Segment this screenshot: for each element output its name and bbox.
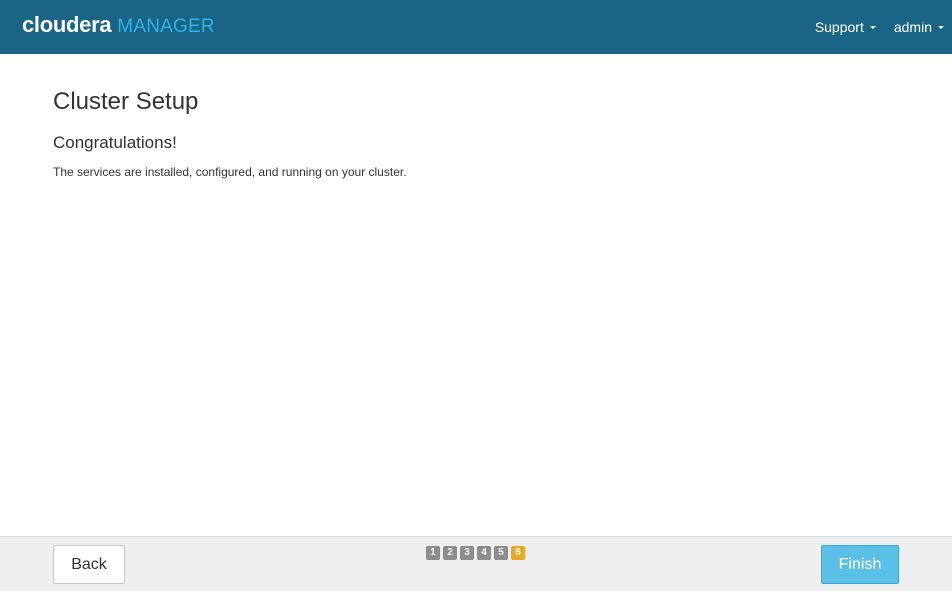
support-menu-label: Support: [814, 19, 864, 35]
finish-button[interactable]: Finish: [821, 545, 899, 584]
wizard-step-4: 4: [477, 546, 491, 560]
main-content: Cluster Setup Congratulations! The servi…: [53, 88, 913, 180]
user-menu-label: admin: [893, 19, 932, 35]
cloudera-manager-logo[interactable]: cloudera MANAGER: [22, 12, 215, 40]
wizard-step-3: 3: [460, 546, 474, 560]
wizard-step-indicator: 123456: [426, 546, 528, 560]
page: cloudera MANAGER Support admin Cluster S…: [0, 0, 952, 591]
wizard-step-1: 1: [426, 546, 440, 560]
logo-brand: cloudera: [22, 12, 112, 37]
back-button[interactable]: Back: [53, 545, 125, 584]
logo-product: MANAGER: [117, 16, 215, 37]
wizard-step-6: 6: [511, 546, 525, 560]
caret-down-icon: [869, 26, 876, 29]
wizard-step-2: 2: [443, 546, 457, 560]
top-navbar: cloudera MANAGER Support admin: [0, 0, 952, 54]
congratulations-heading: Congratulations!: [53, 133, 177, 152]
wizard-footer: Back 123456 Finish: [0, 536, 952, 591]
completion-message: The services are installed, configured, …: [53, 165, 407, 179]
caret-down-icon: [938, 26, 944, 29]
page-title: Cluster Setup: [53, 88, 199, 115]
user-menu[interactable]: admin: [894, 19, 944, 35]
wizard-step-5: 5: [494, 546, 508, 560]
support-menu[interactable]: Support: [815, 19, 876, 35]
top-nav-menu: Support admin: [797, 0, 944, 54]
